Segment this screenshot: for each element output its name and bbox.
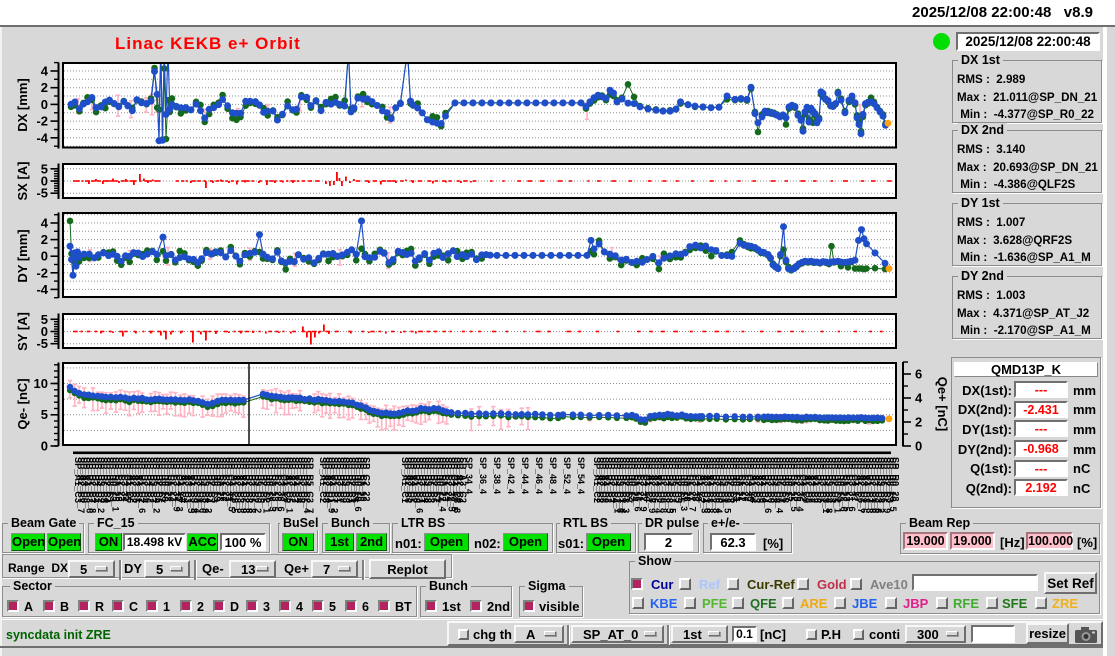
svg-text:6: 6 [915,367,922,382]
svg-text:SP_46_4: SP_46_4 [534,457,544,494]
svg-text:SP_42_4: SP_42_4 [506,457,516,494]
svg-text:0: 0 [41,439,48,454]
svg-text:4: 4 [41,216,49,231]
svg-text:-4: -4 [36,282,48,297]
svg-text:SP_B5_C3_7: SP_B5_C3_7 [305,457,315,513]
svg-text:SP_R0_28: SP_R0_28 [891,457,901,501]
svg-text:2: 2 [915,415,922,430]
svg-text:-4: -4 [36,130,48,145]
svg-text:-5: -5 [36,186,48,201]
svg-text:-2: -2 [36,114,48,129]
svg-text:2: 2 [41,80,48,95]
svg-text:DY [mm]: DY [mm] [15,229,30,282]
svg-text:4: 4 [915,391,923,406]
svg-text:DX [mm]: DX [mm] [15,78,30,131]
svg-text:-2: -2 [36,265,48,280]
svg-text:SP_C2_22: SP_C2_22 [362,457,372,501]
svg-text:0: 0 [41,97,48,112]
svg-text:SP_48_4: SP_48_4 [548,457,558,494]
svg-text:SY [A]: SY [A] [15,312,30,351]
svg-text:SP_52_4: SP_52_4 [562,457,572,494]
svg-text:SP_44_4: SP_44_4 [520,457,530,494]
svg-text:SX [A]: SX [A] [15,162,30,201]
svg-text:Qe+ [nC]: Qe+ [nC] [935,377,950,432]
svg-text:0: 0 [41,249,48,264]
svg-text:-5: -5 [36,336,48,351]
svg-text:Qe- [nC]: Qe- [nC] [15,378,30,429]
svg-text:SP_36_4: SP_36_4 [478,457,488,494]
svg-text:4: 4 [41,64,49,79]
svg-text:SP_34_4: SP_34_4 [464,457,474,494]
svg-text:10: 10 [34,376,48,391]
svg-text:5: 5 [41,407,48,422]
svg-text:SP_54_4: SP_54_4 [576,457,586,494]
svg-text:0: 0 [915,439,922,454]
svg-text:2: 2 [41,232,48,247]
svg-text:SP_38_4: SP_38_4 [492,457,502,494]
